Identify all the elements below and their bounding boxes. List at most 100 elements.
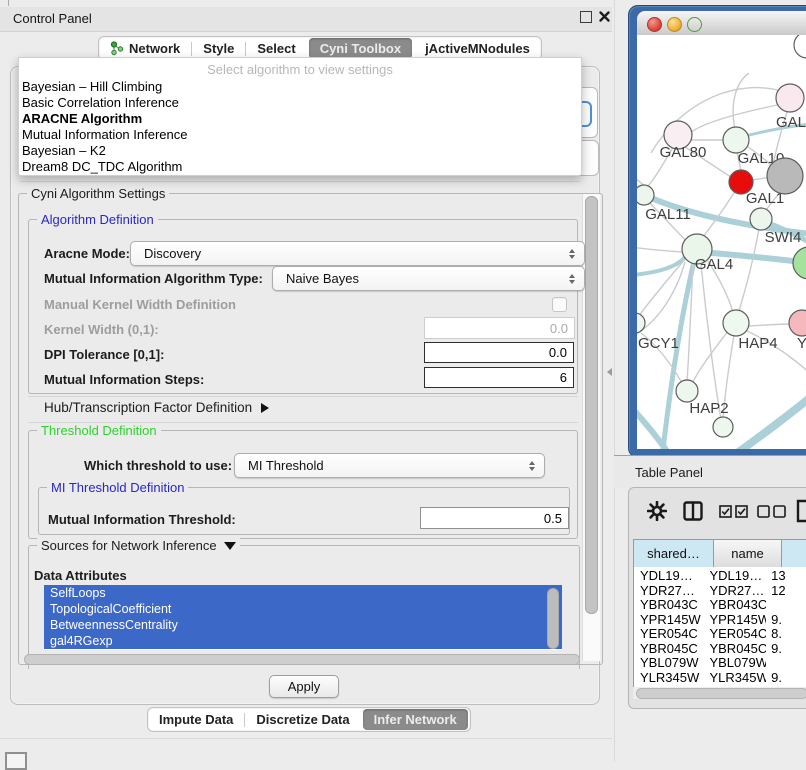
mi-threshold-field[interactable]: 0.5 — [420, 507, 569, 529]
dpi-tolerance-value: 0.0 — [549, 345, 567, 360]
table-cell: 13 — [766, 568, 806, 583]
network-node[interactable] — [713, 417, 733, 437]
table-hscrollbar-thumb[interactable] — [636, 688, 806, 699]
network-node[interactable] — [637, 313, 645, 333]
attribute-item[interactable]: gal4RGexp — [44, 633, 562, 649]
close-icon[interactable] — [598, 10, 611, 23]
attribute-list: SelfLoopsTopologicalCoefficientBetweenne… — [44, 585, 562, 650]
dpi-tolerance-field[interactable]: 0.0 — [424, 342, 574, 363]
algorithm-option[interactable]: Bayesian – Hill Climbing — [19, 79, 581, 95]
collapse-arrow-icon[interactable] — [224, 542, 236, 550]
network-window-titlebar[interactable] — [637, 11, 806, 36]
settings-scrollbar[interactable] — [582, 194, 600, 661]
algorithm-option[interactable]: Dream8 DC_TDC Algorithm — [19, 159, 581, 175]
float-window-icon[interactable] — [580, 11, 592, 23]
checked-checkboxes-icon[interactable] — [719, 505, 749, 518]
network-node[interactable] — [750, 208, 772, 230]
column-layout-icon[interactable] — [683, 501, 703, 521]
column-header-clipped[interactable] — [782, 540, 806, 567]
data-attributes-label: Data Attributes — [34, 568, 127, 583]
network-node[interactable] — [723, 310, 749, 336]
splitter-handle-icon[interactable] — [607, 368, 612, 376]
network-node[interactable] — [794, 35, 806, 58]
minimize-button[interactable] — [667, 17, 682, 32]
document-icon[interactable] — [796, 499, 806, 523]
attribute-item[interactable]: BetweennessCentrality — [44, 617, 562, 633]
table-row[interactable]: YPR145WYPR145W9. — [634, 612, 806, 627]
algorithm-option-selected[interactable]: ARACNE Algorithm — [19, 111, 581, 127]
settings-scrollbar-thumb[interactable] — [585, 196, 598, 614]
node-label: SWI4 — [765, 229, 802, 246]
table-panel-title: Table Panel — [635, 465, 703, 480]
unchecked-checkboxes-icon[interactable] — [757, 505, 787, 518]
table-row[interactable]: YDL19…YDL19…13 — [634, 568, 806, 583]
aracne-mode-combo[interactable]: Discovery — [130, 241, 585, 266]
column-header-shared-name[interactable]: shared… — [634, 540, 714, 567]
table-cell: YBL079W — [634, 655, 705, 670]
table-panel: shared… name YDL19…YDL19…13YDR27…YDR27…1… — [628, 487, 806, 709]
network-canvas[interactable]: GALGAL80GAL10GAL1GAL11SWI4GAL4GCY1HAP4YH… — [637, 35, 806, 449]
expander-arrow-icon — [261, 403, 269, 413]
combo-stepper-icon — [529, 461, 535, 471]
table-cell: YBR043C — [634, 597, 705, 612]
bottom-divider — [0, 738, 612, 739]
attribute-item[interactable]: TopologicalCoefficient — [44, 601, 562, 617]
table-row[interactable]: YBR045CYBR045C9. — [634, 641, 806, 656]
algorithm-option[interactable]: Bayesian – K2 — [19, 143, 581, 159]
network-node[interactable] — [676, 380, 698, 402]
table-row[interactable]: YDR27…YDR27…12 — [634, 583, 806, 598]
kernel-width-field[interactable]: 0.0 — [424, 317, 575, 339]
mi-threshold-label: Mutual Information Threshold: — [48, 512, 236, 527]
tab-cyni-toolbox[interactable]: Cyni Toolbox — [309, 38, 412, 59]
table-row[interactable]: YBL079WYBL079W — [634, 655, 806, 670]
table-cell: YDR27… — [705, 583, 766, 598]
network-icon — [110, 41, 124, 56]
attribute-list-scrollbar-thumb[interactable] — [547, 588, 559, 649]
which-threshold-combo[interactable]: MI Threshold — [234, 453, 545, 478]
tab-discretize-data[interactable]: Discretize Data — [245, 708, 360, 731]
sources-title-label: Sources for Network Inference — [41, 538, 217, 553]
network-node[interactable] — [793, 247, 806, 279]
close-button[interactable] — [647, 17, 662, 32]
network-node[interactable] — [789, 310, 806, 336]
table-row[interactable]: YLR345WYLR345W9. — [634, 670, 806, 685]
aracne-mode-label: Aracne Mode: — [44, 246, 130, 261]
table-cell — [766, 597, 806, 612]
node-label: GAL11 — [645, 206, 691, 223]
which-threshold-label: Which threshold to use: — [84, 458, 232, 473]
manual-kernel-checkbox[interactable] — [552, 297, 567, 312]
settings-hscrollbar-thumb[interactable] — [24, 654, 580, 665]
floating-panel-icon[interactable] — [5, 752, 27, 770]
manual-kernel-label: Manual Kernel Width Definition — [44, 297, 236, 312]
zoom-button[interactable] — [687, 17, 702, 32]
network-node[interactable] — [776, 84, 804, 112]
apply-button[interactable]: Apply — [269, 675, 339, 698]
tab-impute-data[interactable]: Impute Data — [148, 708, 244, 731]
mi-type-combo[interactable]: Naive Bayes — [272, 266, 585, 291]
attribute-item[interactable]: SelfLoops — [44, 585, 562, 601]
column-header-name[interactable]: name — [714, 540, 782, 567]
node-label: HAP2 — [689, 400, 728, 417]
algorithm-option[interactable]: Basic Correlation Inference — [19, 95, 581, 111]
network-graph: GALGAL80GAL10GAL1GAL11SWI4GAL4GCY1HAP4YH… — [637, 35, 806, 449]
hub-definition-expander[interactable]: Hub/Transcription Factor Definition — [44, 400, 269, 415]
table-cell: YBR045C — [705, 641, 766, 656]
network-node[interactable] — [637, 185, 654, 205]
table-cell: 9. — [766, 612, 806, 627]
table-row[interactable]: YBR043CYBR043C — [634, 597, 806, 612]
tab-network-label: Network — [129, 41, 180, 56]
network-node[interactable] — [767, 158, 803, 194]
gear-icon[interactable] — [647, 501, 667, 521]
network-nodes: GALGAL80GAL10GAL1GAL11SWI4GAL4GCY1HAP4YH… — [637, 35, 806, 437]
algorithm-option[interactable]: Mutual Information Inference — [19, 127, 581, 143]
control-panel: Control Panel Network Style Select Cyni … — [0, 0, 614, 762]
combo-stepper-icon — [569, 274, 575, 284]
tab-infer-network[interactable]: Infer Network — [363, 709, 468, 730]
table-hscrollbar[interactable] — [633, 687, 806, 699]
table-row[interactable]: YER054CYER054C8. — [634, 626, 806, 641]
which-threshold-value: MI Threshold — [248, 458, 324, 473]
panel-divider[interactable] — [614, 0, 615, 762]
dpi-tolerance-label: DPI Tolerance [0,1]: — [44, 347, 164, 362]
network-view-window[interactable]: GALGAL80GAL10GAL1GAL11SWI4GAL4GCY1HAP4YH… — [628, 5, 806, 458]
mi-steps-field[interactable]: 6 — [424, 367, 574, 388]
